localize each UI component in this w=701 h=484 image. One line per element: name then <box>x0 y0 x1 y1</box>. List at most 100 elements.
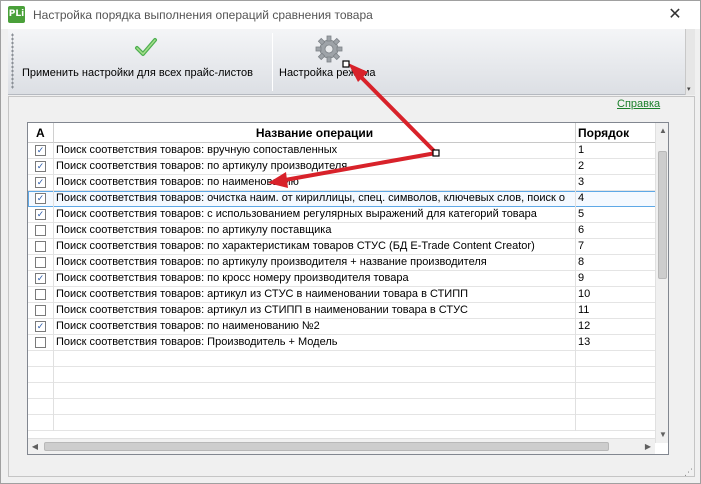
active-checkbox[interactable] <box>35 289 46 300</box>
table-row[interactable]: ✓ Поиск соответствия товаров: очистка наи… <box>28 191 656 207</box>
vertical-scroll-thumb[interactable] <box>658 151 667 279</box>
operation-name-cell[interactable]: Поиск соответствия товаров: по артикулу … <box>54 255 576 271</box>
horizontal-scrollbar[interactable]: ◀ ▶ <box>28 438 655 454</box>
vertical-scrollbar[interactable]: ▲ ▼ <box>655 123 668 443</box>
order-cell[interactable]: 4 <box>576 191 656 207</box>
order-cell[interactable]: 8 <box>576 255 656 271</box>
horizontal-scroll-thumb[interactable] <box>44 442 609 451</box>
active-checkbox[interactable] <box>35 305 46 316</box>
table-row[interactable]: ✓ Поиск соответствия товаров: по наименов… <box>28 319 656 335</box>
scroll-left-icon[interactable]: ◀ <box>28 439 42 454</box>
active-checkbox[interactable]: ✓ <box>35 145 46 156</box>
operation-name-cell[interactable]: Поиск соответствия товаров: артикул из С… <box>54 303 576 319</box>
active-cell: ✓ <box>28 191 54 207</box>
table-row[interactable]: Поиск соответствия товаров: артикул из С… <box>28 303 656 319</box>
operation-name-cell[interactable]: Поиск соответствия товаров: по характери… <box>54 239 576 255</box>
table-row[interactable]: Поиск соответствия товаров: по артикулу … <box>28 223 656 239</box>
empty-cell <box>28 351 54 367</box>
table-header: А Название операции Порядок <box>28 123 656 143</box>
order-cell[interactable]: 10 <box>576 287 656 303</box>
active-checkbox[interactable] <box>35 241 46 252</box>
close-icon: ✕ <box>668 6 682 23</box>
column-header-order[interactable]: Порядок <box>576 123 656 143</box>
apply-all-pricelists-button[interactable]: Применить настройки для всех прайс-листо… <box>16 29 266 95</box>
active-checkbox[interactable] <box>35 225 46 236</box>
active-checkbox[interactable]: ✓ <box>35 209 46 220</box>
table-row[interactable]: ✓ Поиск соответствия товаров: с использов… <box>28 207 656 223</box>
toolbar-grip[interactable] <box>11 33 14 89</box>
order-cell[interactable]: 9 <box>576 271 656 287</box>
column-header-operation-name[interactable]: Название операции <box>54 123 576 143</box>
operations-table: А Название операции Порядок ✓ Поиск соотв… <box>27 122 669 455</box>
table-row[interactable]: Поиск соответствия товаров: Производител… <box>28 335 656 351</box>
title-bar: PLi Настройка порядка выполнения операци… <box>1 1 700 29</box>
scroll-right-icon[interactable]: ▶ <box>641 439 655 454</box>
order-cell[interactable]: 12 <box>576 319 656 335</box>
order-cell[interactable]: 6 <box>576 223 656 239</box>
active-checkbox[interactable]: ✓ <box>35 161 46 172</box>
scroll-down-icon[interactable]: ▼ <box>656 427 668 443</box>
empty-table-row <box>28 367 656 383</box>
operation-name-cell[interactable]: Поиск соответствия товаров: по наименова… <box>54 319 576 335</box>
order-cell[interactable]: 7 <box>576 239 656 255</box>
operation-name-cell[interactable]: Поиск соответствия товаров: очистка наим… <box>54 191 576 207</box>
toolbar-overflow-button[interactable]: ▾ <box>685 29 695 95</box>
scroll-up-icon[interactable]: ▲ <box>656 123 668 139</box>
operation-name-cell[interactable]: Поиск соответствия товаров: по кросс ном… <box>54 271 576 287</box>
table-row[interactable]: ✓ Поиск соответствия товаров: вручную соп… <box>28 143 656 159</box>
empty-cell <box>28 383 54 399</box>
resize-grip-icon[interactable]: ⋰ <box>684 467 693 478</box>
empty-table-row <box>28 383 656 399</box>
order-cell[interactable]: 5 <box>576 207 656 223</box>
operation-name-cell[interactable]: Поиск соответствия товаров: по артикулу … <box>54 159 576 175</box>
toolbar-separator <box>272 33 273 91</box>
mode-settings-label: Настройка режима <box>279 67 376 79</box>
empty-cell <box>54 367 576 383</box>
active-checkbox[interactable]: ✓ <box>35 321 46 332</box>
empty-table-row <box>28 351 656 367</box>
active-cell: ✓ <box>28 207 54 223</box>
table-row[interactable]: ✓ Поиск соответствия товаров: по артикулу… <box>28 159 656 175</box>
operation-name-cell[interactable]: Поиск соответствия товаров: с использова… <box>54 207 576 223</box>
operation-name-cell[interactable]: Поиск соответствия товаров: Производител… <box>54 335 576 351</box>
active-checkbox[interactable]: ✓ <box>35 177 46 188</box>
column-header-active[interactable]: А <box>28 123 54 143</box>
window-title: Настройка порядка выполнения операций ср… <box>33 8 373 22</box>
active-cell <box>28 303 54 319</box>
active-checkbox[interactable] <box>35 257 46 268</box>
active-cell: ✓ <box>28 143 54 159</box>
empty-cell <box>28 399 54 415</box>
mode-settings-button[interactable]: Настройка режима <box>276 29 388 95</box>
table-row[interactable]: Поиск соответствия товаров: артикул из С… <box>28 287 656 303</box>
close-button[interactable]: ✕ <box>663 4 687 26</box>
operation-name-cell[interactable]: Поиск соответствия товаров: по артикулу … <box>54 223 576 239</box>
toolbar: Применить настройки для всех прайс-листо… <box>8 29 685 95</box>
order-cell[interactable]: 11 <box>576 303 656 319</box>
operation-name-cell[interactable]: Поиск соответствия товаров: вручную сопо… <box>54 143 576 159</box>
order-cell[interactable]: 3 <box>576 175 656 191</box>
empty-cell <box>576 367 656 383</box>
order-cell[interactable]: 1 <box>576 143 656 159</box>
empty-cell <box>576 351 656 367</box>
table-row[interactable]: ✓ Поиск соответствия товаров: по наименов… <box>28 175 656 191</box>
active-checkbox[interactable]: ✓ <box>35 273 46 284</box>
empty-table-row <box>28 399 656 415</box>
table-row[interactable]: ✓ Поиск соответствия товаров: по кросс но… <box>28 271 656 287</box>
operation-name-cell[interactable]: Поиск соответствия товаров: артикул из С… <box>54 287 576 303</box>
settings-window: PLi Настройка порядка выполнения операци… <box>0 0 701 484</box>
help-link[interactable]: Справка <box>617 98 660 110</box>
active-checkbox[interactable]: ✓ <box>35 193 46 204</box>
checkmark-icon <box>135 38 157 56</box>
active-cell: ✓ <box>28 271 54 287</box>
active-cell <box>28 255 54 271</box>
apply-all-pricelists-label: Применить настройки для всех прайс-листо… <box>22 67 253 79</box>
chevron-down-icon: ▾ <box>687 86 691 93</box>
active-checkbox[interactable] <box>35 337 46 348</box>
table-row[interactable]: Поиск соответствия товаров: по характери… <box>28 239 656 255</box>
order-cell[interactable]: 13 <box>576 335 656 351</box>
empty-cell <box>54 399 576 415</box>
order-cell[interactable]: 2 <box>576 159 656 175</box>
table-row[interactable]: Поиск соответствия товаров: по артикулу … <box>28 255 656 271</box>
active-cell: ✓ <box>28 175 54 191</box>
operation-name-cell[interactable]: Поиск соответствия товаров: по наименова… <box>54 175 576 191</box>
